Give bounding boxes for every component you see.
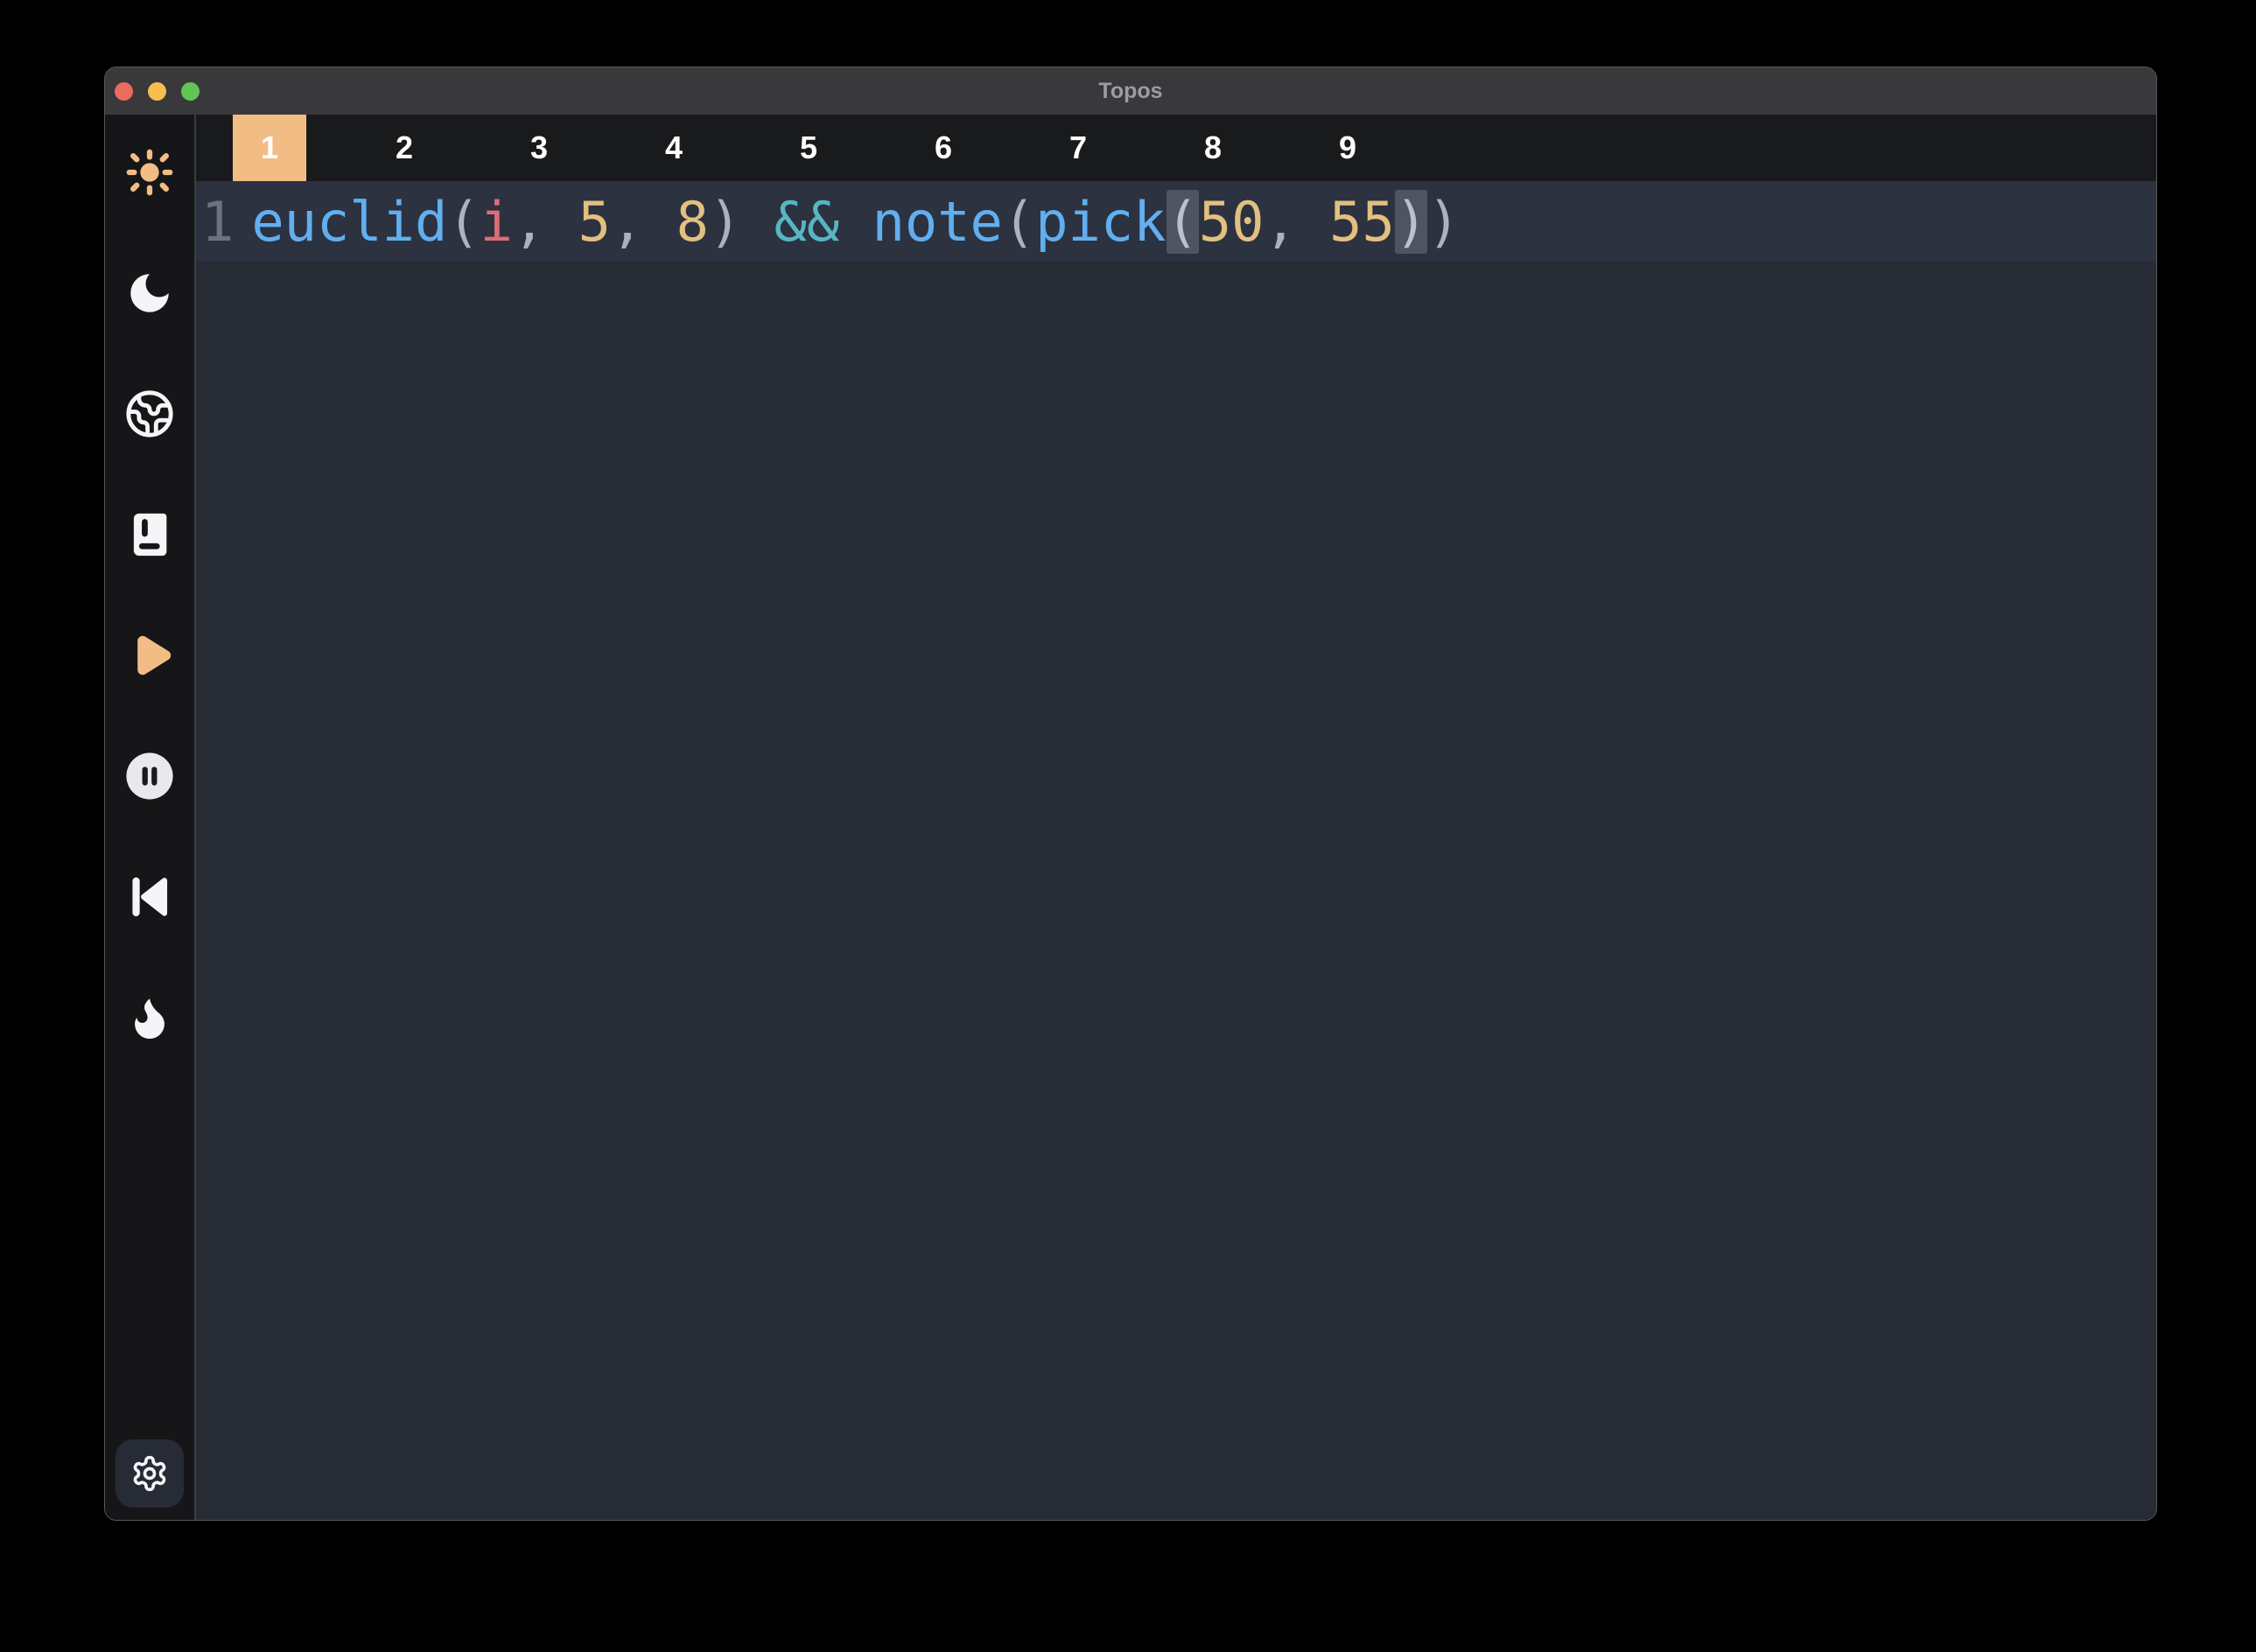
- moon-icon: [124, 268, 175, 318]
- sidebar-pause-button[interactable]: [124, 751, 175, 802]
- tab-4[interactable]: 4: [637, 115, 711, 181]
- minimize-button[interactable]: [148, 82, 166, 101]
- code-token: ): [1427, 190, 1460, 254]
- sidebar-skip-back-button[interactable]: [124, 872, 175, 922]
- tab-9[interactable]: 9: [1311, 115, 1384, 181]
- tab-1[interactable]: 1: [233, 115, 306, 181]
- content-area: 123456789 1 euclid(i, 5, 8) && note(pick…: [196, 115, 2156, 1520]
- sidebar-earth-button[interactable]: [124, 388, 175, 439]
- code-token: 8: [676, 190, 709, 254]
- line-number: 1: [201, 190, 234, 254]
- app-window: Topos 123456789 1 euclid(i, 5, 8) && not…: [104, 66, 2157, 1521]
- tab-2[interactable]: 2: [368, 115, 441, 181]
- code-token: pick: [1035, 190, 1166, 254]
- code-token: note: [872, 190, 1003, 254]
- tab-5[interactable]: 5: [772, 115, 845, 181]
- window-title: Topos: [105, 67, 2156, 115]
- tab-6[interactable]: 6: [907, 115, 980, 181]
- pause-icon: [124, 751, 175, 802]
- code-token: i: [480, 190, 513, 254]
- traffic-lights: [105, 82, 200, 101]
- code-token: 55: [1329, 190, 1395, 254]
- book-icon: [124, 509, 175, 560]
- sun-icon: [124, 147, 175, 198]
- skip-back-icon: [124, 872, 175, 922]
- code-token: ): [1395, 190, 1427, 254]
- code-token: 5: [578, 190, 611, 254]
- settings-icon: [130, 1454, 169, 1493]
- main-area: 123456789 1 euclid(i, 5, 8) && note(pick…: [105, 115, 2156, 1520]
- sidebar: [105, 115, 196, 1520]
- tab-8[interactable]: 8: [1176, 115, 1250, 181]
- sidebar-moon-button[interactable]: [124, 268, 175, 318]
- code-editor[interactable]: 1 euclid(i, 5, 8) && note(pick(50, 55)): [196, 181, 2156, 1520]
- tab-7[interactable]: 7: [1041, 115, 1115, 181]
- title-bar: Topos: [105, 67, 2156, 115]
- code-token: 50: [1199, 190, 1265, 254]
- code-token: (: [1167, 190, 1199, 254]
- sidebar-play-button[interactable]: [124, 630, 175, 681]
- play-icon: [124, 630, 175, 681]
- code-line-1[interactable]: 1 euclid(i, 5, 8) && note(pick(50, 55)): [196, 181, 2156, 262]
- code-token: ,: [513, 190, 578, 254]
- tab-bar: 123456789: [196, 115, 2156, 181]
- earth-icon: [124, 388, 175, 439]
- code-token: &&: [741, 190, 872, 254]
- code-token: euclid: [251, 190, 447, 254]
- code-token: ,: [1265, 190, 1330, 254]
- sidebar-sun-button[interactable]: [124, 147, 175, 198]
- sidebar-book-button[interactable]: [124, 509, 175, 560]
- tab-3[interactable]: 3: [502, 115, 576, 181]
- code-token: (: [447, 190, 480, 254]
- flame-icon: [124, 992, 175, 1043]
- code-token: ): [709, 190, 741, 254]
- close-button[interactable]: [115, 82, 133, 101]
- sidebar-flame-button[interactable]: [124, 992, 175, 1043]
- code-token: (: [1003, 190, 1035, 254]
- code-token: ,: [611, 190, 676, 254]
- settings-button[interactable]: [116, 1439, 184, 1508]
- zoom-button[interactable]: [181, 82, 200, 101]
